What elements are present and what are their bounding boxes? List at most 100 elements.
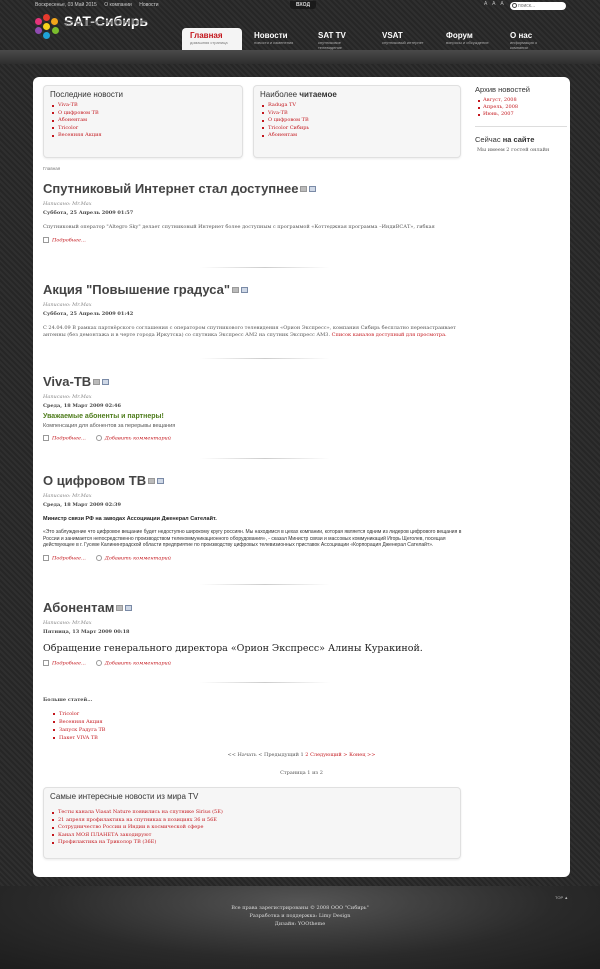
- logo-dots-icon: [34, 14, 60, 40]
- latest-news-box: Последние новости Viva-ТВ О цифровом ТВ …: [43, 85, 243, 158]
- article-body: Компенсация для абонентов за перерывы ве…: [43, 423, 176, 429]
- add-comment-link[interactable]: Добавить комментарий: [96, 435, 171, 442]
- interesting-news-box: Самые интересные новости из мира TV Тест…: [43, 787, 461, 859]
- article-divider: [200, 458, 330, 459]
- header-bar: [0, 50, 600, 64]
- link-news[interactable]: Новости: [139, 2, 158, 8]
- online-title: Сейчас на сайте: [475, 135, 535, 144]
- article-date: Среда, 18 Март 2009 02:46: [43, 403, 121, 409]
- search-input[interactable]: [510, 2, 566, 10]
- archive-item[interactable]: Июнь, 2007: [475, 111, 567, 118]
- latest-news-item[interactable]: Viva-ТВ: [52, 102, 242, 110]
- link-about[interactable]: О компании: [104, 2, 132, 8]
- online-text: Мы имеем 2 гостей онлайн: [477, 147, 550, 153]
- nav-about[interactable]: О нас информация о компании: [502, 28, 562, 50]
- article-author: Написано: Mr.Max: [43, 493, 92, 499]
- page-counter: Страница 1 из 2: [280, 770, 323, 776]
- footer-developer: Разработка и поддержка: Limy Design: [249, 913, 351, 919]
- interesting-news-item[interactable]: Сотрудничество России и Индии в космичес…: [52, 824, 460, 832]
- interesting-news-item[interactable]: Тесты канала Viasat Nature появились на …: [52, 809, 460, 817]
- print-icon[interactable]: [300, 185, 308, 192]
- nav-news[interactable]: Новости новости и изменения: [246, 28, 306, 50]
- popular-item[interactable]: Абонентам: [262, 132, 460, 140]
- popular-title: Наиболее читаемое: [260, 90, 337, 99]
- pager-next[interactable]: Следующий > Конец >>: [310, 752, 375, 758]
- email-icon[interactable]: [125, 604, 133, 611]
- read-more-link[interactable]: Подробнее...: [43, 660, 86, 667]
- nav-home[interactable]: Главная домашняя страница: [182, 28, 242, 50]
- email-icon[interactable]: [241, 286, 249, 293]
- article-title[interactable]: Акция "Повышение градуса": [43, 282, 230, 297]
- logo[interactable]: SAT-Сибирь SAT-Сибирь: [34, 12, 174, 42]
- popular-item[interactable]: О цифровом ТВ: [262, 117, 460, 125]
- footer-copyright: Все права зарегистрированы © 2008 ООО "С…: [231, 905, 369, 911]
- print-icon[interactable]: [93, 378, 101, 385]
- email-icon[interactable]: [309, 185, 317, 192]
- article-body: Спутниковый оператор "Altegro Sky" делае…: [43, 224, 435, 230]
- article-title[interactable]: Viva-ТВ: [43, 374, 91, 389]
- current-date: Воскресенье, 03 Май 2015: [35, 2, 97, 8]
- pager-prev[interactable]: << Начать < Предыдущий 1: [228, 752, 304, 758]
- nav-vsat[interactable]: VSAT спутниковый интернет: [374, 28, 434, 50]
- article: Акция "Повышение градуса" Написано: Mr.M…: [43, 282, 463, 339]
- more-articles-item[interactable]: Весенняя Акция: [52, 718, 105, 726]
- article-title[interactable]: Спутниковый Интернет стал доступнее: [43, 181, 298, 196]
- add-comment-link[interactable]: Добавить комментарий: [96, 555, 171, 561]
- back-to-top-link[interactable]: TOP ▲: [555, 895, 568, 900]
- article-author: Написано: Mr.Max: [43, 302, 92, 308]
- popular-item[interactable]: Raduga TV: [262, 102, 460, 110]
- archive-item[interactable]: Апрель, 2008: [475, 104, 567, 111]
- interesting-news-title: Самые интересные новости из мира TV: [50, 792, 199, 801]
- article-title[interactable]: Абонентам: [43, 600, 114, 615]
- search-icon: [512, 3, 517, 8]
- archive-item[interactable]: Август, 2008: [475, 97, 567, 104]
- more-articles-label: Больше статей...: [43, 697, 93, 703]
- more-articles-item[interactable]: Tricolor: [52, 710, 105, 718]
- article-divider: [200, 358, 330, 359]
- font-size-switcher[interactable]: A A A: [484, 1, 506, 7]
- interesting-news-item[interactable]: 21 апреля профилактика на спутниках в по…: [52, 817, 460, 825]
- email-icon[interactable]: [157, 477, 165, 484]
- latest-news-item[interactable]: Tricolor: [52, 125, 242, 133]
- breadcrumb: Главная: [43, 166, 61, 171]
- site-title-reflection: SAT-Сибирь: [64, 18, 148, 28]
- print-icon[interactable]: [232, 286, 240, 293]
- read-more-link[interactable]: Подробнее...: [43, 555, 86, 561]
- article-date: Суббота, 25 Апрель 2009 01:57: [43, 210, 134, 216]
- article-author: Написано: Mr.Max: [43, 620, 92, 626]
- article: Абонентам Написано: Mr.Max Пятница, 13 М…: [43, 600, 463, 667]
- popular-item[interactable]: Viva-ТВ: [262, 110, 460, 118]
- article-date: Среда, 18 Март 2009 02:39: [43, 502, 121, 508]
- article-date: Суббота, 25 Апрель 2009 01:42: [43, 311, 134, 317]
- article: Viva-ТВ Написано: Mr.Max Среда, 18 Март …: [43, 374, 463, 442]
- interesting-news-item[interactable]: Профилактика на Триколор ТВ (36E): [52, 839, 460, 847]
- article-date: Пятница, 13 Март 2009 00:18: [43, 629, 130, 635]
- print-icon[interactable]: [148, 477, 156, 484]
- article-title[interactable]: О цифровом ТВ: [43, 473, 146, 488]
- more-articles-item[interactable]: Пакет VIVA ТВ: [52, 734, 105, 742]
- interesting-news-item[interactable]: Канал МОЯ ПЛАНЕТА закодируют: [52, 832, 460, 840]
- popular-box: Наиболее читаемое Raduga TV Viva-ТВ О ци…: [253, 85, 461, 158]
- channel-list-link[interactable]: Список каналов доступный для просмотра.: [332, 332, 447, 338]
- nav-forum[interactable]: Форум вопросы и обсуждение: [438, 28, 498, 50]
- email-icon[interactable]: [102, 378, 110, 385]
- latest-news-title: Последние новости: [50, 90, 123, 99]
- latest-news-item[interactable]: Весенняя Акция: [52, 132, 242, 140]
- login-button[interactable]: ВХОД: [290, 1, 317, 9]
- article-body: «Это заблуждение что цифровое вещание бу…: [43, 529, 462, 548]
- article: О цифровом ТВ Написано: Mr.Max Среда, 18…: [43, 473, 463, 561]
- latest-news-item[interactable]: О цифровом ТВ: [52, 110, 242, 118]
- article-body: Обращение генерального директора «Орион …: [43, 643, 423, 654]
- pager-page-2[interactable]: 2: [305, 752, 308, 758]
- latest-news-item[interactable]: Абонентам: [52, 117, 242, 125]
- article: Спутниковый Интернет стал доступнее Напи…: [43, 181, 463, 244]
- footer: TOP ▲ Все права зарегистрированы © 2008 …: [0, 886, 600, 969]
- read-more-link[interactable]: Подробнее...: [43, 435, 86, 442]
- nav-sat-tv[interactable]: SAT TV спутниковое телевидение: [310, 28, 370, 50]
- read-more-link[interactable]: Подробнее...: [43, 237, 86, 244]
- add-comment-link[interactable]: Добавить комментарий: [96, 660, 171, 667]
- popular-item[interactable]: Tricolor Сибирь: [262, 125, 460, 133]
- print-icon[interactable]: [116, 604, 124, 611]
- sidebar-divider: [475, 126, 567, 127]
- more-articles-item[interactable]: Запуск Радуга ТВ: [52, 726, 105, 734]
